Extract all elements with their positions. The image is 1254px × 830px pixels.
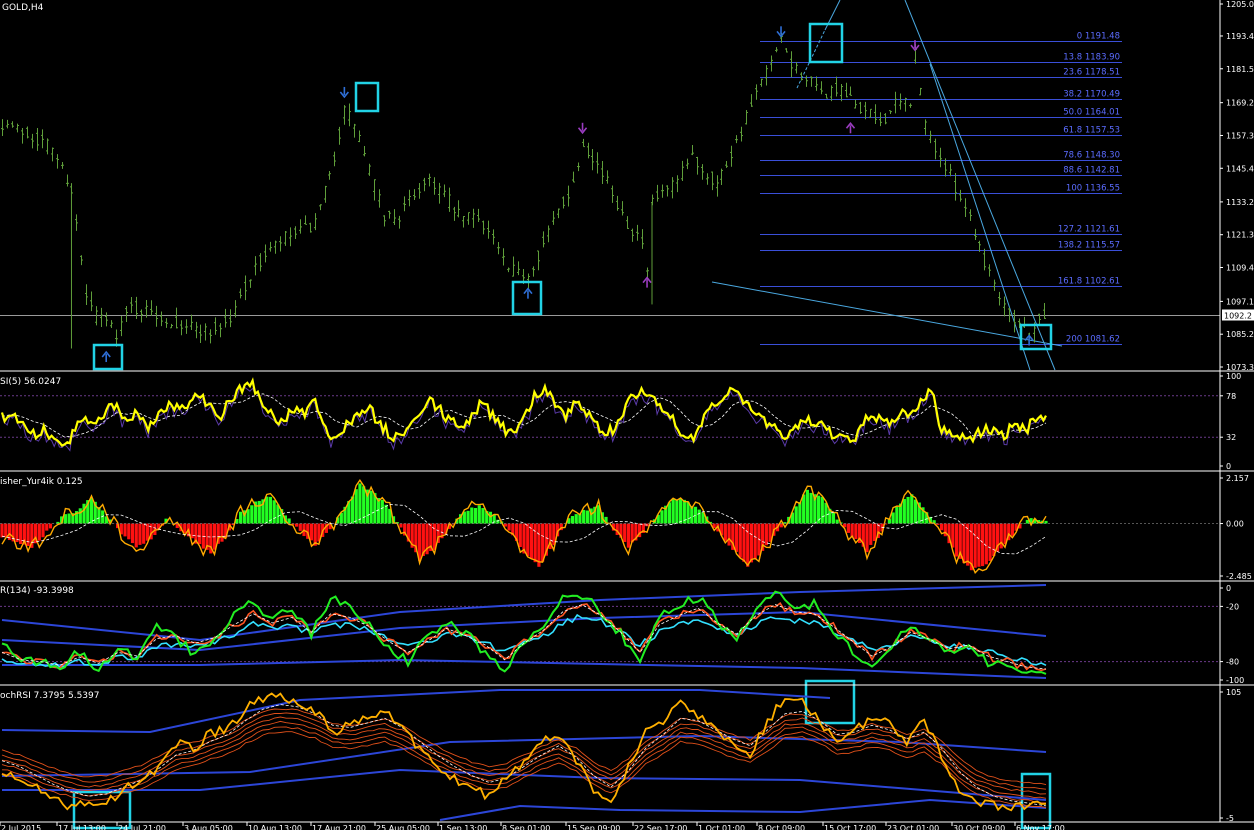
price-tick-label: 1109.4	[1226, 263, 1254, 272]
fib-level-label: 50.0 1164.01	[1063, 108, 1120, 118]
axis-tick-label: 0	[1226, 462, 1231, 471]
fib-level-label: 127.2 1121.61	[1058, 225, 1120, 235]
current-price-label: 1092.2	[1224, 312, 1252, 321]
fib-level-label: 38.2 1170.49	[1063, 90, 1120, 100]
price-tick-label: 1205.0	[1226, 0, 1254, 9]
time-tick-label: 15 Oct 17:00	[824, 824, 876, 830]
window-title: GOLD,H4	[2, 3, 44, 13]
fib-level-label: 0 1191.48	[1077, 32, 1120, 42]
axis-tick-label: 78	[1226, 392, 1236, 401]
wpr-title: R(134) -93.3998	[0, 586, 74, 596]
fib-level-label: 78.6 1148.30	[1063, 151, 1120, 161]
fib-level-label: 138.2 1115.57	[1058, 241, 1120, 251]
rsi-title: SI(5) 56.0247	[0, 377, 61, 387]
price-tick-label: 1145.4	[1226, 164, 1254, 173]
axis-tick-label: -100	[1226, 676, 1244, 685]
time-tick-label: 22 Sep 17:00	[634, 824, 687, 830]
time-tick-label: 17 Jul 13:00	[58, 824, 106, 830]
fib-level-label: 161.8 1102.61	[1058, 277, 1120, 287]
fib-level-label: 88.6 1142.81	[1063, 166, 1120, 176]
time-tick-label: 8 Sep 01:00	[502, 824, 550, 830]
fib-level-label: 61.8 1157.53	[1063, 126, 1120, 136]
time-tick-label: 15 Sep 09:00	[567, 824, 620, 830]
trading-chart-window[interactable]: 0 1191.48 13.8 1183.90 23.6 1178.51 38.2 11…	[0, 0, 1254, 830]
time-tick-label: 10 Aug 13:00	[248, 824, 302, 830]
time-tick-label: 6 Nov 17:00	[1016, 824, 1065, 830]
price-tick-label: 1181.5	[1226, 65, 1254, 74]
chart-background	[0, 0, 1254, 830]
price-tick-label: 1157.3	[1226, 131, 1254, 140]
time-tick-label: 25 Aug 05:00	[376, 824, 430, 830]
price-tick-label: 1193.4	[1226, 32, 1254, 41]
axis-tick-label: -80	[1226, 658, 1239, 667]
time-tick-label: 3 Aug 05:00	[184, 824, 233, 830]
axis-tick-label: 32	[1226, 433, 1236, 442]
fib-level-label: 13.8 1183.90	[1063, 53, 1120, 63]
price-tick-label: 1133.2	[1226, 198, 1254, 207]
price-tick-label: 1085.2	[1226, 330, 1254, 339]
time-tick-label: 24 Jul 21:00	[118, 824, 166, 830]
axis-tick-label: 100	[1226, 372, 1241, 381]
price-tick-label: 1121.3	[1226, 231, 1254, 240]
axis-tick-label: 2.157	[1226, 474, 1249, 483]
time-tick-label: 23 Oct 01:00	[887, 824, 939, 830]
stochrsi-title: ochRSI 7.3795 5.5397	[0, 691, 99, 701]
axis-tick-label: -2.485	[1226, 572, 1252, 581]
fib-level-label: 200 1081.62	[1066, 335, 1120, 345]
price-tick-label: 1097.1	[1226, 297, 1254, 306]
axis-tick-label: 105	[1226, 688, 1241, 697]
axis-tick-label: 0.00	[1226, 520, 1244, 529]
time-tick-label: 8 Oct 09:00	[758, 824, 805, 830]
time-tick-label: 17 Aug 21:00	[312, 824, 366, 830]
fib-level-label: 23.6 1178.51	[1063, 68, 1120, 78]
time-axis[interactable]: 2 Jul 2015 17 Jul 13:00 24 Jul 21:00 3 Aug …	[0, 822, 1065, 830]
time-tick-label: 30 Oct 09:00	[953, 824, 1005, 830]
price-tick-label: 1169.2	[1226, 99, 1254, 108]
axis-tick-label: 0	[1226, 584, 1231, 593]
time-tick-label: 2 Jul 2015	[1, 824, 41, 830]
fib-level-label: 100 1136.55	[1066, 184, 1120, 194]
axis-tick-label: -20	[1226, 602, 1239, 611]
time-tick-label: 1 Sep 13:00	[439, 824, 487, 830]
fisher-title: isher_Yur4ik 0.125	[0, 477, 83, 487]
time-tick-label: 1 Oct 01:00	[698, 824, 745, 830]
